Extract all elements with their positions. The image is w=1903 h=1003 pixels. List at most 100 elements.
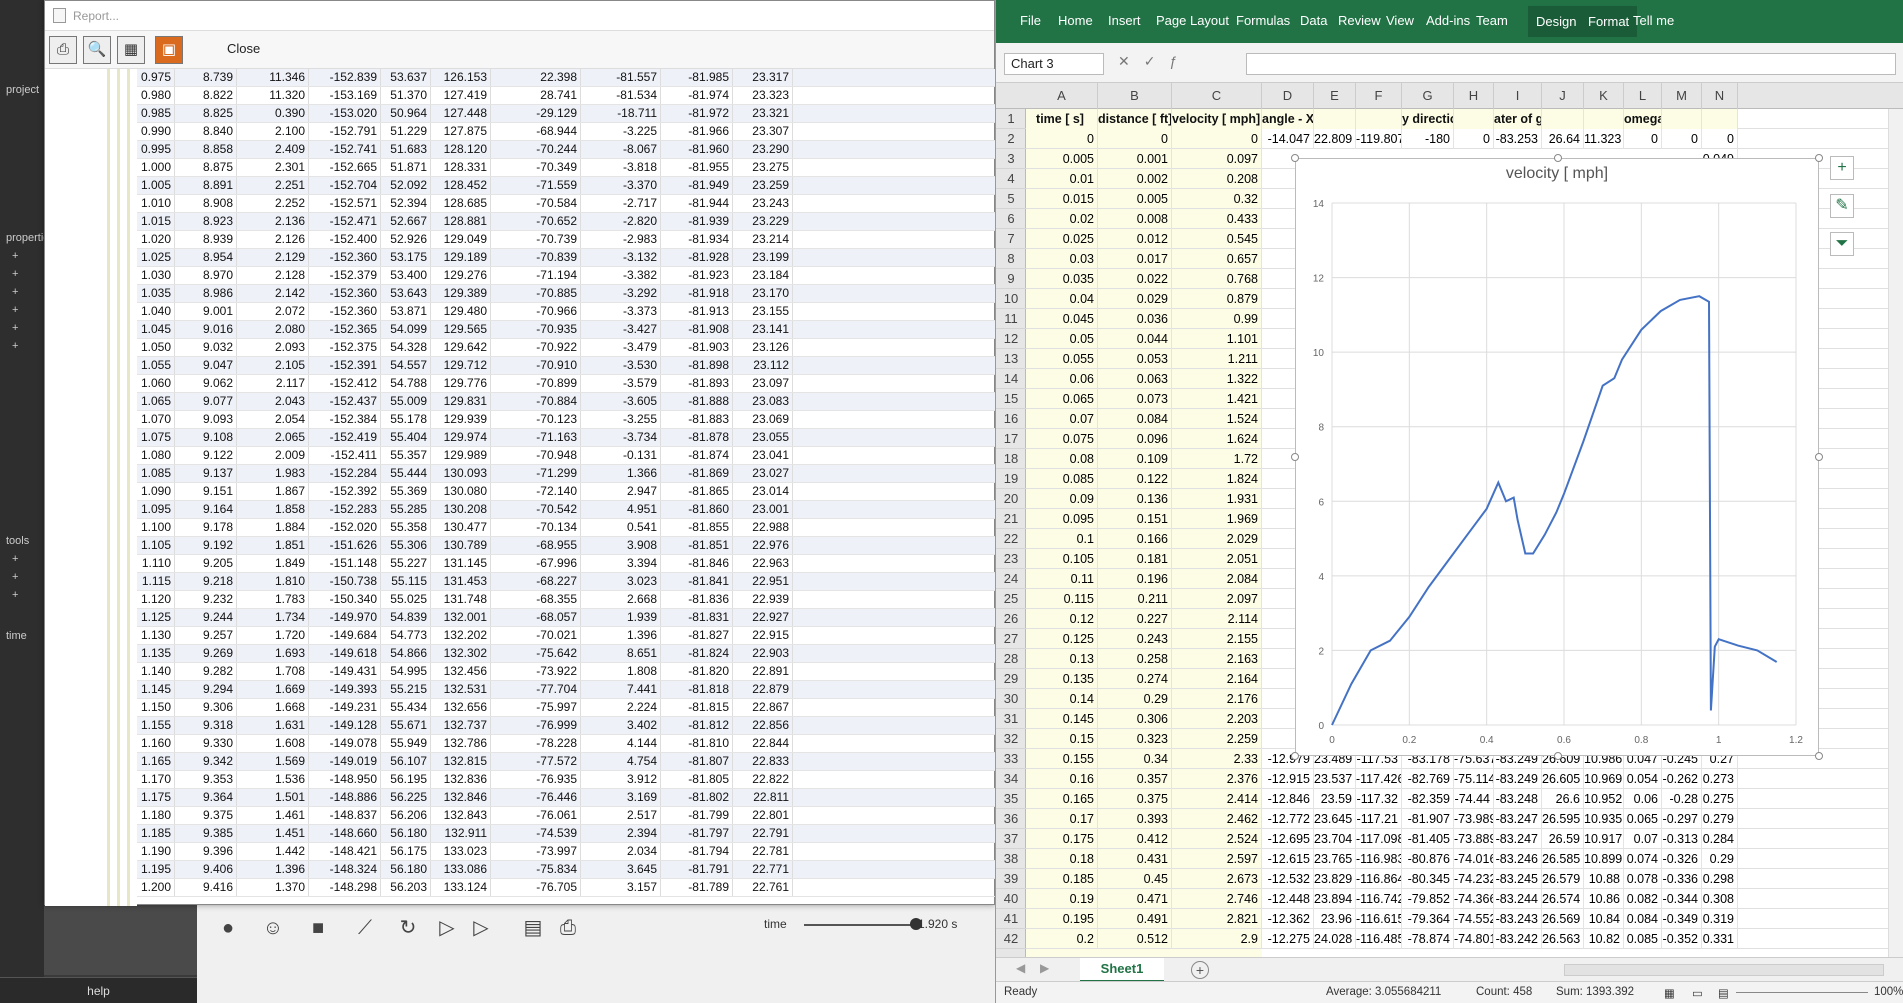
- add-sheet-icon[interactable]: +: [1191, 961, 1209, 979]
- row-header[interactable]: 26: [996, 609, 1026, 629]
- data-cell[interactable]: 0.491: [1098, 909, 1172, 929]
- data-cell[interactable]: 0.005: [1098, 189, 1172, 209]
- data-cell[interactable]: 0.181: [1098, 549, 1172, 569]
- data-cell[interactable]: 0.045: [1026, 309, 1098, 329]
- data-cell[interactable]: 10.917: [1584, 829, 1624, 849]
- data-cell[interactable]: -116.983: [1356, 849, 1402, 869]
- resize-handle[interactable]: [1815, 752, 1823, 760]
- data-cell[interactable]: 0: [1624, 129, 1662, 149]
- vertical-scrollbar[interactable]: [1888, 109, 1903, 957]
- data-cell[interactable]: -82.769: [1402, 769, 1454, 789]
- data-cell[interactable]: 0.122: [1098, 469, 1172, 489]
- normal-view-icon[interactable]: ▦: [1664, 986, 1675, 1000]
- data-cell[interactable]: 0.306: [1098, 709, 1172, 729]
- data-cell[interactable]: 0.166: [1098, 529, 1172, 549]
- data-cell[interactable]: -0.336: [1662, 869, 1702, 889]
- data-cell[interactable]: -83.246: [1494, 849, 1542, 869]
- data-cell[interactable]: -12.915: [1262, 769, 1314, 789]
- header-cell[interactable]: distance [ ft]: [1098, 109, 1172, 129]
- data-cell[interactable]: 1.969: [1172, 509, 1262, 529]
- data-cell[interactable]: 0.16: [1026, 769, 1098, 789]
- data-cell[interactable]: 0.015: [1026, 189, 1098, 209]
- data-cell[interactable]: 26.579: [1542, 869, 1584, 889]
- row-header[interactable]: 15: [996, 389, 1026, 409]
- data-cell[interactable]: 0: [1172, 129, 1262, 149]
- data-cell[interactable]: 0.005: [1026, 149, 1098, 169]
- data-cell[interactable]: -12.772: [1262, 809, 1314, 829]
- row-header[interactable]: 41: [996, 909, 1026, 929]
- data-cell[interactable]: -0.352: [1662, 929, 1702, 949]
- data-cell[interactable]: -83.248: [1494, 789, 1542, 809]
- row-header[interactable]: 11: [996, 309, 1026, 329]
- data-cell[interactable]: 26.59: [1542, 829, 1584, 849]
- data-cell[interactable]: -0.326: [1662, 849, 1702, 869]
- data-cell[interactable]: 0.15: [1026, 729, 1098, 749]
- data-cell[interactable]: 0.01: [1026, 169, 1098, 189]
- data-cell[interactable]: -117.426: [1356, 769, 1402, 789]
- data-cell[interactable]: 0.065: [1026, 389, 1098, 409]
- chart-filters-icon[interactable]: ⏷: [1830, 232, 1854, 256]
- data-cell[interactable]: 0.04: [1026, 289, 1098, 309]
- data-cell[interactable]: 0.512: [1098, 929, 1172, 949]
- data-cell[interactable]: 0.074: [1624, 849, 1662, 869]
- row-header[interactable]: 5: [996, 189, 1026, 209]
- header-row[interactable]: time [ s] distance [ ft] velocity [ mph] an…: [1026, 109, 1903, 129]
- data-cell[interactable]: 0.2: [1026, 929, 1098, 949]
- row-header[interactable]: 10: [996, 289, 1026, 309]
- data-cell[interactable]: 0.196: [1098, 569, 1172, 589]
- data-cell[interactable]: 2.155: [1172, 629, 1262, 649]
- row-header[interactable]: 32: [996, 729, 1026, 749]
- data-cell[interactable]: 1.421: [1172, 389, 1262, 409]
- data-cell[interactable]: 0: [1702, 129, 1738, 149]
- data-cell[interactable]: 0.136: [1098, 489, 1172, 509]
- data-row[interactable]: 0.16 0.357 2.376 -12.915 23.537 -117.426 -82.7…: [1026, 769, 1903, 789]
- data-cell[interactable]: 0.274: [1098, 669, 1172, 689]
- data-cell[interactable]: 0.075: [1026, 429, 1098, 449]
- data-cell[interactable]: -116.615: [1356, 909, 1402, 929]
- data-cell[interactable]: -116.742: [1356, 889, 1402, 909]
- data-cell[interactable]: -12.448: [1262, 889, 1314, 909]
- data-cell[interactable]: 2.462: [1172, 809, 1262, 829]
- data-cell[interactable]: 0.99: [1172, 309, 1262, 329]
- data-cell[interactable]: 26.585: [1542, 849, 1584, 869]
- data-cell[interactable]: 0.029: [1098, 289, 1172, 309]
- data-cell[interactable]: -83.253: [1494, 129, 1542, 149]
- expand-icon[interactable]: +: [12, 589, 18, 601]
- data-cell[interactable]: -78.874: [1402, 929, 1454, 949]
- data-cell[interactable]: 0.319: [1702, 909, 1738, 929]
- scroll-right-icon[interactable]: ▶: [1040, 961, 1049, 975]
- expand-icon[interactable]: +: [12, 571, 18, 583]
- data-cell[interactable]: 23.829: [1314, 869, 1356, 889]
- data-cell[interactable]: 0.211: [1098, 589, 1172, 609]
- data-cell[interactable]: 0.07: [1624, 829, 1662, 849]
- expand-icon[interactable]: +: [12, 250, 18, 262]
- row-header[interactable]: 1: [996, 109, 1026, 129]
- data-cell[interactable]: 0.273: [1702, 769, 1738, 789]
- data-cell[interactable]: -74.232: [1454, 869, 1494, 889]
- data-cell[interactable]: 26.595: [1542, 809, 1584, 829]
- row-header[interactable]: 8: [996, 249, 1026, 269]
- data-cell[interactable]: 2.176: [1172, 689, 1262, 709]
- data-cell[interactable]: -117.098: [1356, 829, 1402, 849]
- data-cell[interactable]: -73.889: [1454, 829, 1494, 849]
- data-cell[interactable]: 0.32: [1172, 189, 1262, 209]
- resize-handle[interactable]: [1291, 752, 1299, 760]
- data-cell[interactable]: 26.605: [1542, 769, 1584, 789]
- data-cell[interactable]: -74.801: [1454, 929, 1494, 949]
- data-cell[interactable]: -74.366: [1454, 889, 1494, 909]
- data-cell[interactable]: -80.876: [1402, 849, 1454, 869]
- ribbon-tab[interactable]: Insert: [1108, 13, 1141, 28]
- data-cell[interactable]: 2.164: [1172, 669, 1262, 689]
- play-icon[interactable]: ▷: [434, 915, 460, 941]
- data-cell[interactable]: 0.1: [1026, 529, 1098, 549]
- data-cell[interactable]: 0.18: [1026, 849, 1098, 869]
- data-cell[interactable]: 0.768: [1172, 269, 1262, 289]
- data-cell[interactable]: -73.989: [1454, 809, 1494, 829]
- data-cell[interactable]: 0.082: [1624, 889, 1662, 909]
- sheet-tab[interactable]: Sheet1: [1080, 958, 1164, 982]
- data-cell[interactable]: -119.807: [1356, 129, 1402, 149]
- data-row[interactable]: 0.175 0.412 2.524 -12.695 23.704 -117.098 -81.…: [1026, 829, 1903, 849]
- data-cell[interactable]: 0.084: [1098, 409, 1172, 429]
- row-header[interactable]: 30: [996, 689, 1026, 709]
- data-cell[interactable]: 0.05: [1026, 329, 1098, 349]
